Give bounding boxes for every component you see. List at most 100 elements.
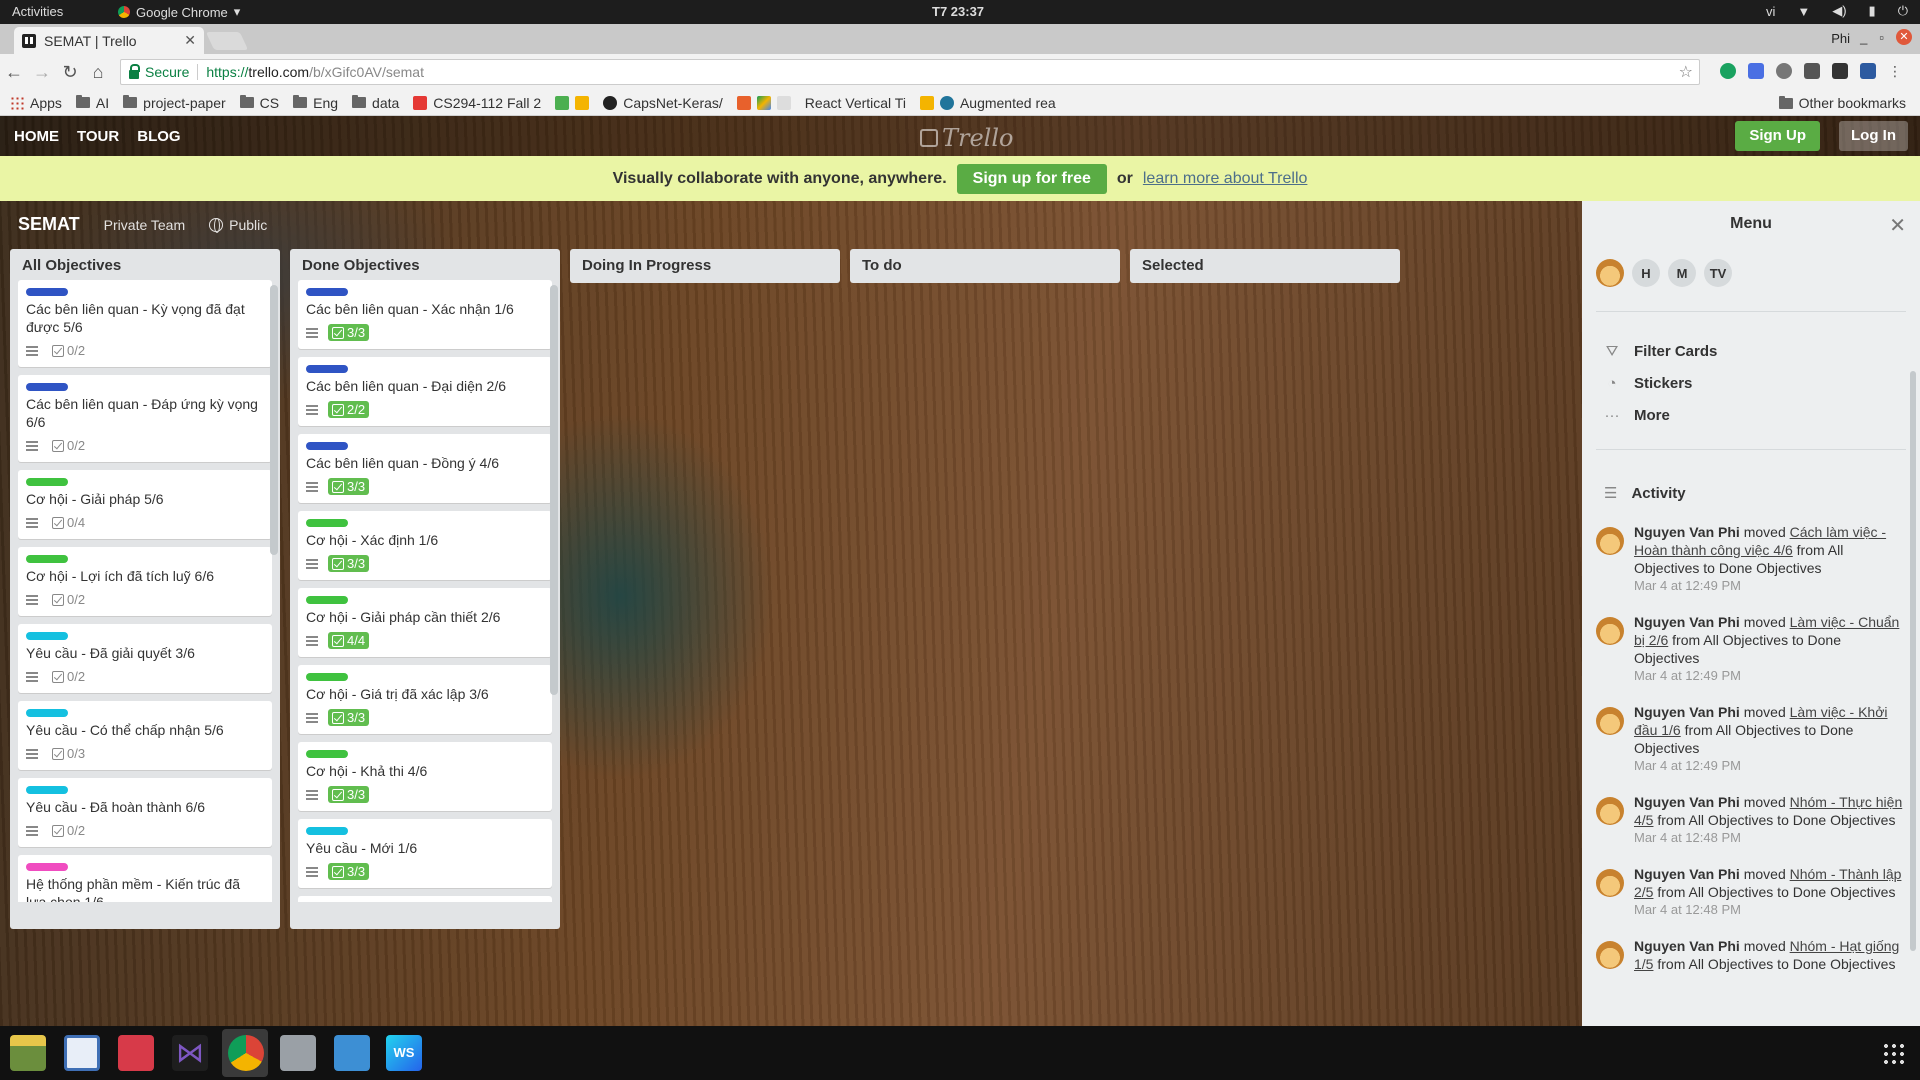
grammarly-icon[interactable] bbox=[1720, 63, 1736, 79]
card[interactable]: Các bên liên quan - Đáp ứng kỳ vọng 6/6 0… bbox=[18, 375, 272, 462]
app-grid-red-icon[interactable] bbox=[118, 1035, 154, 1071]
activity-user[interactable]: Nguyen Van Phi bbox=[1634, 866, 1740, 882]
card[interactable]: Các bên liên quan - Đại diện 2/6 2/2 bbox=[298, 357, 552, 426]
bookmark-project-paper[interactable]: project-paper bbox=[123, 95, 226, 111]
learn-more-link[interactable]: learn more about Trello bbox=[1143, 170, 1308, 188]
activity-date[interactable]: Mar 4 at 12:48 PM bbox=[1634, 829, 1906, 847]
card[interactable]: Yêu cầu - Sự kết hợp 2/64/4 bbox=[298, 896, 552, 902]
address-bar[interactable]: Secure https://trello.com/b/xGifc0AV/sem… bbox=[120, 59, 1700, 85]
app-menu[interactable]: Google Chrome ▾ bbox=[118, 4, 240, 20]
card[interactable]: Yêu cầu - Có thể chấp nhận 5/6 0/3 bbox=[18, 701, 272, 770]
volume-icon[interactable]: ◀) bbox=[1832, 3, 1846, 19]
member-avatar-h[interactable]: H bbox=[1632, 259, 1660, 287]
list-title[interactable]: Done Objectives bbox=[298, 249, 552, 280]
webstorm-icon[interactable]: WS bbox=[386, 1035, 422, 1071]
activities-button[interactable]: Activities bbox=[12, 4, 63, 19]
back-icon[interactable]: ← bbox=[0, 62, 28, 83]
activity-date[interactable]: Mar 4 at 12:48 PM bbox=[1634, 901, 1906, 919]
card[interactable]: Cơ hội - Khả thi 4/6 3/3 bbox=[298, 742, 552, 811]
battery-icon[interactable]: ▮ bbox=[1869, 3, 1876, 19]
bookmark-star-icon[interactable]: ☆ bbox=[1679, 62, 1693, 82]
avatar[interactable] bbox=[1596, 941, 1624, 969]
text-editor-icon[interactable] bbox=[64, 1035, 100, 1071]
card[interactable]: Cơ hội - Giải pháp 5/6 0/4 bbox=[18, 470, 272, 539]
avatar[interactable] bbox=[1596, 259, 1624, 287]
filter-cards-item[interactable]: ⛛ Filter Cards bbox=[1604, 343, 1718, 360]
card[interactable]: Hệ thống phần mềm - Kiến trúc đã lựa chọ… bbox=[18, 855, 272, 902]
browser-tab[interactable]: SEMAT | Trello ✕ bbox=[14, 27, 204, 54]
bookmark-cs[interactable]: CS bbox=[239, 95, 279, 111]
eyedropper-icon[interactable] bbox=[1804, 63, 1820, 79]
other-bookmarks[interactable]: Other bookmarks bbox=[1778, 95, 1906, 111]
card[interactable]: Cơ hội - Giá trị đã xác lập 3/6 3/3 bbox=[298, 665, 552, 734]
nav-blog[interactable]: BLOG bbox=[137, 128, 180, 145]
list-scrollbar[interactable] bbox=[550, 285, 558, 695]
minimize-icon[interactable]: _ bbox=[1860, 30, 1867, 45]
card[interactable]: Cơ hội - Lợi ích đã tích luỹ 6/6 0/2 bbox=[18, 547, 272, 616]
bookmark-augmented[interactable]: Augmented rea bbox=[919, 95, 1056, 111]
bookmark-eng[interactable]: Eng bbox=[293, 95, 338, 111]
stickers-item[interactable]: ◔ Stickers bbox=[1604, 375, 1692, 392]
activity-date[interactable]: Mar 4 at 12:49 PM bbox=[1634, 757, 1906, 775]
power-icon[interactable]: ⏻ bbox=[1898, 3, 1908, 19]
list-scrollbar[interactable] bbox=[270, 285, 278, 555]
member-avatar-tv[interactable]: TV bbox=[1704, 259, 1732, 287]
cursor-icon[interactable] bbox=[1832, 63, 1848, 79]
card[interactable]: Yêu cầu - Đã hoàn thành 6/6 0/2 bbox=[18, 778, 272, 847]
new-tab-button[interactable] bbox=[205, 32, 249, 50]
extension-icon[interactable] bbox=[1776, 63, 1792, 79]
card[interactable]: Yêu cầu - Mới 1/6 3/3 bbox=[298, 819, 552, 888]
profile-name[interactable]: Phi bbox=[1831, 31, 1850, 46]
card[interactable]: Cơ hội - Xác định 1/6 3/3 bbox=[298, 511, 552, 580]
card[interactable]: Các bên liên quan - Xác nhận 1/6 3/3 bbox=[298, 280, 552, 349]
avatar[interactable] bbox=[1596, 527, 1624, 555]
show-apps-icon[interactable] bbox=[1882, 1042, 1906, 1066]
vscode-icon[interactable]: ⋈ bbox=[172, 1035, 208, 1071]
software-center-icon[interactable] bbox=[280, 1035, 316, 1071]
bookmark-icons[interactable] bbox=[555, 95, 590, 110]
files-icon[interactable] bbox=[10, 1035, 46, 1071]
chrome-icon[interactable] bbox=[228, 1035, 264, 1071]
avatar[interactable] bbox=[1596, 869, 1624, 897]
maximize-icon[interactable]: ▫ bbox=[1879, 30, 1884, 45]
card[interactable]: Cơ hội - Giải pháp cần thiết 2/6 4/4 bbox=[298, 588, 552, 657]
activity-user[interactable]: Nguyen Van Phi bbox=[1634, 794, 1740, 810]
list-title[interactable]: All Objectives bbox=[18, 249, 272, 280]
avatar[interactable] bbox=[1596, 617, 1624, 645]
list-selected[interactable]: Selected bbox=[1130, 249, 1400, 283]
avatar[interactable] bbox=[1596, 797, 1624, 825]
activity-user[interactable]: Nguyen Van Phi bbox=[1634, 938, 1740, 954]
close-icon[interactable]: ✕ bbox=[1889, 213, 1906, 238]
activity-date[interactable]: Mar 4 at 12:49 PM bbox=[1634, 577, 1906, 595]
react-devtools-icon[interactable] bbox=[1860, 63, 1876, 79]
nav-home[interactable]: HOME bbox=[14, 128, 59, 145]
visibility-button[interactable]: Public bbox=[209, 217, 267, 233]
menu-dots-icon[interactable]: ⋮ bbox=[1888, 63, 1904, 79]
member-avatar-m[interactable]: M bbox=[1668, 259, 1696, 287]
card[interactable]: Các bên liên quan - Đồng ý 4/6 3/3 bbox=[298, 434, 552, 503]
bookmark-apps[interactable]: Apps bbox=[10, 95, 62, 111]
bookmark-ai[interactable]: AI bbox=[75, 95, 109, 111]
list-doing-in-progress[interactable]: Doing In Progress bbox=[570, 249, 840, 283]
sign-up-free-button[interactable]: Sign up for free bbox=[956, 163, 1107, 194]
bookmark-cs294[interactable]: CS294-112 Fall 2 bbox=[413, 95, 541, 111]
activity-date[interactable]: Mar 4 at 12:49 PM bbox=[1634, 667, 1906, 685]
bookmark-data[interactable]: data bbox=[352, 95, 399, 111]
reload-icon[interactable]: ↻ bbox=[56, 62, 84, 83]
home-icon[interactable]: ⌂ bbox=[84, 62, 112, 83]
more-item[interactable]: ··· More bbox=[1604, 407, 1670, 424]
menu-scrollbar[interactable] bbox=[1910, 371, 1916, 951]
activity-user[interactable]: Nguyen Van Phi bbox=[1634, 614, 1740, 630]
log-in-button[interactable]: Log In bbox=[1839, 121, 1908, 151]
card[interactable]: Các bên liên quan - Kỳ vọng đã đạt được … bbox=[18, 280, 272, 367]
activity-user[interactable]: Nguyen Van Phi bbox=[1634, 704, 1740, 720]
system-monitor-icon[interactable] bbox=[334, 1035, 370, 1071]
activity-user[interactable]: Nguyen Van Phi bbox=[1634, 524, 1740, 540]
wifi-icon[interactable]: ▼ bbox=[1797, 4, 1810, 19]
language-indicator[interactable]: vi bbox=[1766, 4, 1775, 19]
bookmark-react[interactable]: React Vertical Ti bbox=[805, 95, 906, 111]
bookmark-capsnet[interactable]: CapsNet-Keras/ bbox=[603, 95, 723, 111]
nav-tour[interactable]: TOUR bbox=[77, 128, 119, 145]
card[interactable]: Yêu cầu - Đã giải quyết 3/6 0/2 bbox=[18, 624, 272, 693]
translate-icon[interactable] bbox=[1748, 63, 1764, 79]
